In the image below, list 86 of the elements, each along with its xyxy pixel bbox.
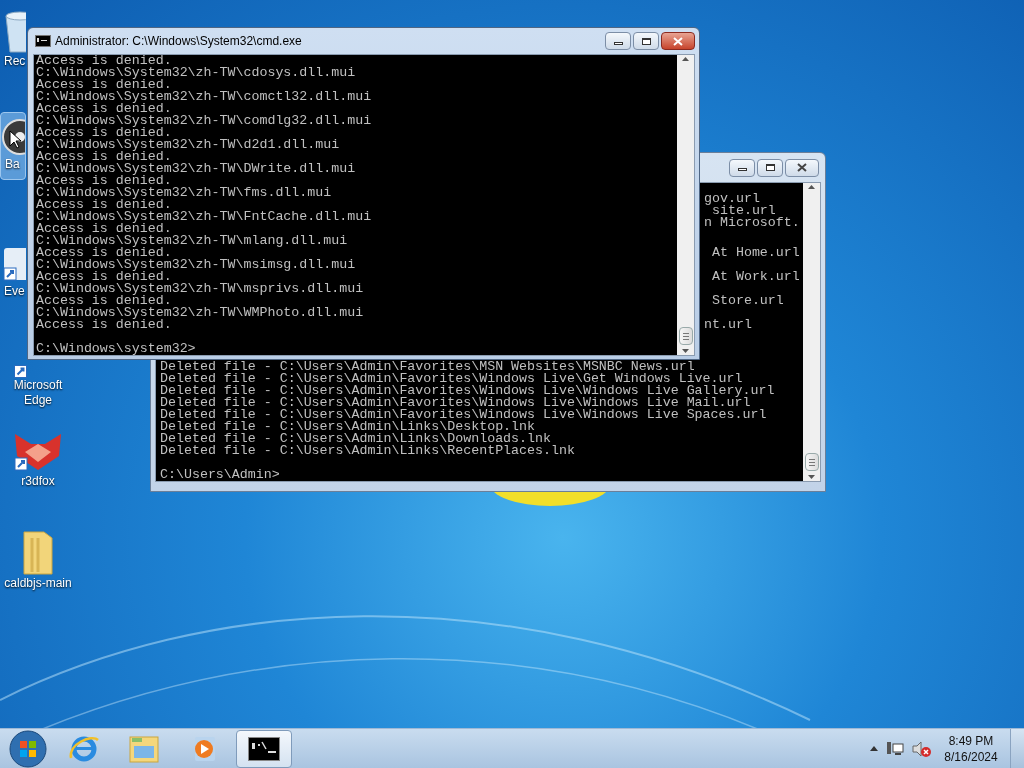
maximize-button[interactable]	[757, 158, 783, 177]
console-line: C:\Windows\System32\zh-TW\cdosys.dll.mui	[36, 67, 357, 79]
start-button[interactable]	[8, 729, 48, 768]
console-line: Deleted file - C:\Users\Admin\Favorites\Windows Live\Windows Live Mail.url	[160, 397, 751, 409]
desktop-icon[interactable]: caldbjs-main	[0, 524, 76, 604]
terminal-icon	[35, 35, 51, 47]
icon-label: Ba	[4, 157, 20, 172]
scrollbar[interactable]	[677, 55, 694, 355]
console-line: C:\Windows\System32\zh-TW\comdlg32.dll.mui	[36, 115, 373, 127]
console-line: Access is denied.	[36, 103, 172, 115]
desktop-icon[interactable]: Microsoft Edge	[0, 361, 76, 409]
shortcut-icon	[14, 365, 27, 378]
console-line: Access is denied.	[36, 223, 172, 235]
console-line: Access is denied.	[36, 151, 172, 163]
clock-date: 8/16/2024	[944, 748, 998, 765]
console-line: Access is denied.	[36, 79, 172, 91]
console-line: Deleted file - C:\Users\Admin\Favorites\Windows Live\Get Windows Live.url	[160, 373, 743, 385]
maximize-button[interactable]	[633, 32, 659, 50]
console-line: C:\Windows\System32\zh-TW\comctl32.dll.mui	[36, 91, 373, 103]
tray-arrow-icon[interactable]	[870, 746, 878, 751]
console-line: C:\Windows\System32\zh-TW\d2d1.dll.mui	[36, 139, 341, 151]
close-icon	[797, 163, 807, 172]
console-line: Deleted file - C:\Users\Admin\Favorites\MSN Websites\MSNBC News.url	[160, 361, 695, 373]
console-line: C:\Windows\System32\zh-TW\msimsg.dll.mui	[36, 259, 357, 271]
icon-label: Rec	[3, 54, 26, 69]
console-line: Access is denied.	[36, 55, 172, 67]
taskbar-button[interactable]	[236, 729, 292, 768]
clock[interactable]: 8:49 PM 8/16/2024	[940, 732, 1002, 765]
minimize-button[interactable]	[605, 32, 631, 50]
windows-logo-icon	[9, 729, 47, 768]
console-line: Access is denied.	[36, 127, 172, 139]
terminal-icon	[248, 736, 280, 761]
console-line: n Microsoft.	[704, 217, 801, 229]
minimize-button[interactable]	[729, 158, 755, 177]
icon-label: r3dfox	[21, 474, 55, 489]
console-line: gov.url	[704, 193, 760, 205]
close-icon	[673, 36, 683, 46]
scroll-up-icon	[682, 57, 689, 61]
console-line: site.url	[711, 205, 776, 217]
console-line: Access is denied.	[36, 175, 172, 187]
console-line: At Work.url	[710, 271, 801, 283]
scroll-down-icon	[682, 349, 689, 353]
maximize-icon	[765, 164, 775, 171]
console-line: Access is denied.	[36, 319, 172, 331]
clock-time: 8:49 PM	[948, 732, 994, 749]
console-line: C:\Windows\System32\zh-TW\FntCache.dll.mui	[36, 211, 373, 223]
minimize-icon	[737, 168, 747, 171]
console-line: Store.url	[710, 295, 785, 307]
console-line: C:\Windows\System32\zh-TW\DWrite.dll.mui	[36, 163, 357, 175]
console-line: C:\Users\Admin>	[160, 469, 281, 481]
icon-label: Eve	[3, 284, 25, 299]
console-line: Deleted file - C:\Users\Admin\Links\RecentPlaces.lnk	[160, 445, 576, 457]
speaker-muted-icon[interactable]	[912, 740, 932, 757]
console-line: Deleted file - C:\Users\Admin\Links\Desktop.lnk	[160, 421, 536, 433]
icon-label: caldbjs-main	[4, 576, 72, 591]
console-line: Access is denied.	[36, 295, 172, 307]
console-line: C:\Windows\System32\zh-TW\WMPhoto.dll.mui	[36, 307, 365, 319]
console-line: C:\Windows\System32\zh-TW\mlang.dll.mui	[36, 235, 349, 247]
console-line: C:\Windows\system32>	[36, 343, 197, 355]
desktop-icon[interactable]: Rec	[0, 6, 26, 74]
console-line: Access is denied.	[36, 199, 172, 211]
minimize-icon	[613, 41, 623, 45]
scrollbar[interactable]	[803, 183, 820, 481]
console-line: Deleted file - C:\Users\Admin\Links\Downloads.lnk	[160, 433, 551, 445]
console-line: Deleted file - C:\Users\Admin\Favorites\Windows Live\Windows Live Gallery.url	[160, 385, 776, 397]
scroll-thumb[interactable]	[678, 327, 693, 345]
console-line: Deleted file - C:\Users\Admin\Favorites\Windows Live\Windows Live Spaces.url	[160, 409, 768, 421]
console-line: Access is denied.	[36, 271, 172, 283]
folder-icon	[128, 733, 160, 764]
close-button[interactable]	[785, 158, 819, 177]
network-icon[interactable]	[886, 740, 904, 757]
scroll-thumb[interactable]	[804, 453, 819, 471]
scroll-up-icon	[808, 185, 815, 189]
console-line: At Home.url	[710, 247, 801, 259]
scroll-down-icon	[808, 475, 815, 479]
icon-label: Microsoft Edge	[12, 378, 64, 408]
desktop-icon[interactable]: Ba	[0, 112, 26, 180]
close-button[interactable]	[661, 32, 695, 50]
console-line: Access is denied.	[36, 247, 172, 259]
maximize-icon	[641, 37, 651, 45]
console-line: C:\Windows\System32\zh-TW\fms.dll.mui	[36, 187, 333, 199]
window-title: Administrator: C:\Windows\System32\cmd.exe	[55, 33, 302, 50]
mouse-pointer-icon	[9, 130, 21, 149]
console-line: C:\Windows\System32\zh-TW\msprivs.dll.mui	[36, 283, 365, 295]
console-line: nt.url	[704, 319, 753, 331]
desktop-icon[interactable]: r3dfox	[0, 426, 76, 506]
